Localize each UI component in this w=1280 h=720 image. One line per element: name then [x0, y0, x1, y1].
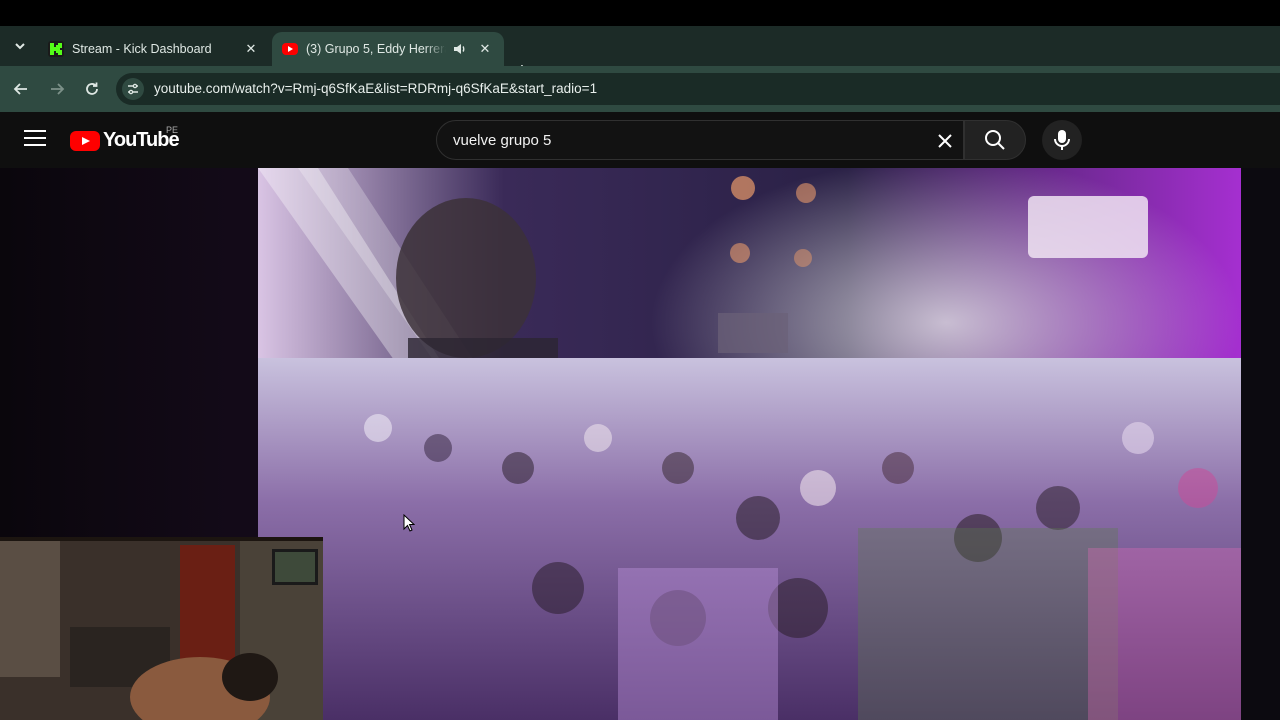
tab-search-button[interactable] — [8, 34, 32, 58]
tab-kick-dashboard[interactable]: Stream - Kick Dashboard ✕ — [40, 32, 270, 66]
forward-button[interactable] — [46, 78, 68, 100]
reload-icon — [86, 82, 98, 95]
speaker-icon[interactable] — [452, 41, 468, 57]
tab-youtube[interactable]: (3) Grupo 5, Eddy Herrera - ✕ — [272, 32, 504, 66]
top-black-strip — [0, 0, 1280, 26]
video-player[interactable] — [258, 168, 1241, 720]
kick-icon — [48, 41, 64, 57]
youtube-play-icon — [70, 130, 100, 151]
webcam-feed — [0, 537, 323, 720]
mouse-cursor-icon — [403, 514, 415, 532]
search-icon — [985, 130, 1005, 150]
voice-search-button[interactable] — [1042, 120, 1082, 160]
youtube-icon — [282, 43, 298, 55]
chevron-down-icon — [15, 43, 25, 50]
url-text: youtube.com/watch?v=Rmj-q6SfKaE&list=RDR… — [154, 81, 598, 96]
country-code: PE — [166, 125, 179, 135]
reload-button[interactable] — [81, 78, 103, 100]
site-settings-icon[interactable] — [122, 78, 144, 100]
arrow-right-icon — [51, 83, 65, 95]
close-icon[interactable]: ✕ — [242, 40, 260, 58]
concert-video-frame — [258, 168, 1241, 720]
navigation-bar: youtube.com/watch?v=Rmj-q6SfKaE&list=RDR… — [0, 66, 1280, 112]
microphone-icon — [1054, 130, 1070, 150]
search-button[interactable] — [964, 120, 1026, 160]
tab-bar: Stream - Kick Dashboard ✕ (3) Grupo 5, E… — [0, 26, 1280, 81]
tab-title: (3) Grupo 5, Eddy Herrera - — [306, 42, 446, 56]
menu-icon[interactable] — [24, 130, 46, 148]
webcam-overlay — [0, 537, 323, 720]
search-input[interactable]: vuelve grupo 5 — [436, 120, 964, 160]
search-query: vuelve grupo 5 — [453, 132, 552, 149]
back-button[interactable] — [10, 78, 32, 100]
tab-title: Stream - Kick Dashboard — [72, 42, 212, 56]
clear-icon[interactable] — [931, 127, 959, 155]
arrow-left-icon — [13, 83, 27, 95]
close-icon[interactable]: ✕ — [476, 40, 494, 58]
youtube-header: YouTube PE vuelve grupo 5 — [0, 112, 1280, 168]
address-bar[interactable]: youtube.com/watch?v=Rmj-q6SfKaE&list=RDR… — [116, 73, 1280, 105]
youtube-logo[interactable]: YouTube PE — [70, 125, 180, 152]
